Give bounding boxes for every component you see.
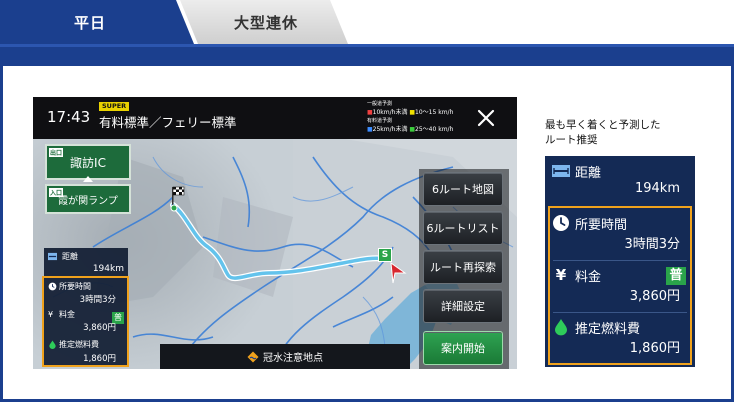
mini-fee-value: 3,860円 <box>83 323 116 333</box>
distance-icon <box>552 165 570 177</box>
six-route-list-button[interactable]: 6ルートリスト <box>423 211 503 245</box>
summary-fee-label: 料金 <box>575 270 602 285</box>
caption-line-2: ルート推奨 <box>545 134 598 146</box>
exit-tag: 出口 <box>49 148 64 157</box>
summary-time: 所要時間 3時間3分 <box>545 208 695 260</box>
nav-header: 17:43 SUPER 有料標準／フェリー標準 一般道予測 ■10km/h未満 … <box>33 97 517 139</box>
legend-general-mid: 10〜15 km/h <box>415 108 454 116</box>
tab-weekday[interactable]: 平日 <box>0 0 194 44</box>
tab-weekday-label: 平日 <box>73 13 106 32</box>
legend-toll-slow: 25km/h未満 <box>372 125 408 133</box>
summary-fee-value: 3,860円 <box>629 289 680 304</box>
summary-fuel-label: 推定燃料費 <box>575 322 641 337</box>
tab-long-holiday[interactable]: 大型連休 <box>180 0 348 44</box>
six-route-map-button[interactable]: 6ルート地図 <box>423 172 503 206</box>
summary-distance-label: 距離 <box>575 166 602 181</box>
caption-line-1: 最も早く着くと予測した <box>545 119 661 131</box>
up-arrow-icon <box>83 176 93 182</box>
summary-time-label: 所要時間 <box>575 218 628 233</box>
legend-toll-mid: 25〜40 km/h <box>415 125 454 133</box>
route-research-button[interactable]: ルート再探索 <box>423 250 503 284</box>
recommendation-caption: 最も早く着くと予測した ルート推奨 <box>545 118 725 148</box>
mini-distance-value: 194km <box>92 264 124 274</box>
mini-time-label: 所要時間 <box>59 282 91 291</box>
summary-fuel-value: 1,860円 <box>629 341 680 356</box>
summary-fuel: 推定燃料費 1,860円 <box>545 312 695 364</box>
summary-distance: 距離 194km <box>545 156 695 206</box>
mini-distance: 距離 194km <box>44 248 128 277</box>
legend-general-slow: 10km/h未満 <box>372 108 408 116</box>
nav-screen: S 17:43 SUPER 有料標準／フェリー標準 一般道予測 ■10km/h未… <box>33 97 517 369</box>
legend-toll-caption: 有料道予測 <box>367 118 393 124</box>
route-type-label: 有料標準／フェリー標準 <box>99 115 237 130</box>
entrance-sign: 入口 霞が関ランプ <box>45 184 131 214</box>
summary-time-value: 3時間3分 <box>624 237 680 252</box>
start-guidance-button[interactable]: 案内開始 <box>423 331 503 365</box>
fuel-drop-icon <box>555 319 567 336</box>
start-marker-label: S <box>381 250 389 260</box>
mini-time-value: 3時間3分 <box>79 295 116 305</box>
close-icon[interactable] <box>471 103 501 133</box>
distance-icon <box>48 252 57 261</box>
detail-settings-button[interactable]: 詳細設定 <box>423 289 503 323</box>
start-marker: S <box>378 248 392 262</box>
super-badge: SUPER <box>99 102 130 111</box>
summary-fee-badge: 普 <box>666 267 686 285</box>
tab-long-holiday-label: 大型連休 <box>233 13 298 32</box>
summary-fee: ¥ 料金 普 3,860円 <box>545 260 695 312</box>
route-summary-panel: 距離 194km 所要時間 3時間3分 ¥ 料金 普 3,860円 推定燃料費 … <box>545 156 695 367</box>
mini-summary-panel: 所要時間 3時間3分 ¥ 料金 普 3,860円 推定燃料費 1,860円 <box>42 276 129 367</box>
exit-sign: 出口 諏訪IC <box>45 144 131 180</box>
clock-icon <box>48 282 57 291</box>
mini-fuel-value: 1,860円 <box>83 354 116 364</box>
mini-fee-label: 料金 <box>59 310 75 319</box>
tab-bar: 大型連休 平日 <box>0 0 734 44</box>
summary-distance-value: 194km <box>634 181 680 196</box>
legend-general-caption: 一般道予測 <box>367 101 393 107</box>
clock: 17:43 <box>47 108 91 126</box>
clock-icon <box>553 215 569 231</box>
mini-distance-label: 距離 <box>62 252 78 261</box>
fuel-drop-icon <box>49 340 56 349</box>
entrance-label: 霞が関ランプ <box>58 195 118 207</box>
flood-notice-bar[interactable]: 冠水注意地点 <box>160 344 410 369</box>
entrance-tag: 入口 <box>49 188 64 197</box>
traffic-legend: 一般道予測 ■10km/h未満 ■10〜15 km/h 有料道予測 ■25km/… <box>367 101 454 133</box>
header-strip <box>0 44 734 66</box>
yen-icon: ¥ <box>555 266 567 284</box>
mini-fuel-label: 推定燃料費 <box>59 340 99 349</box>
yen-icon: ¥ <box>48 310 54 319</box>
flood-notice-label: 冠水注意地点 <box>263 353 323 364</box>
flood-warning-icon <box>247 351 259 362</box>
exit-label: 諏訪IC <box>70 155 106 170</box>
